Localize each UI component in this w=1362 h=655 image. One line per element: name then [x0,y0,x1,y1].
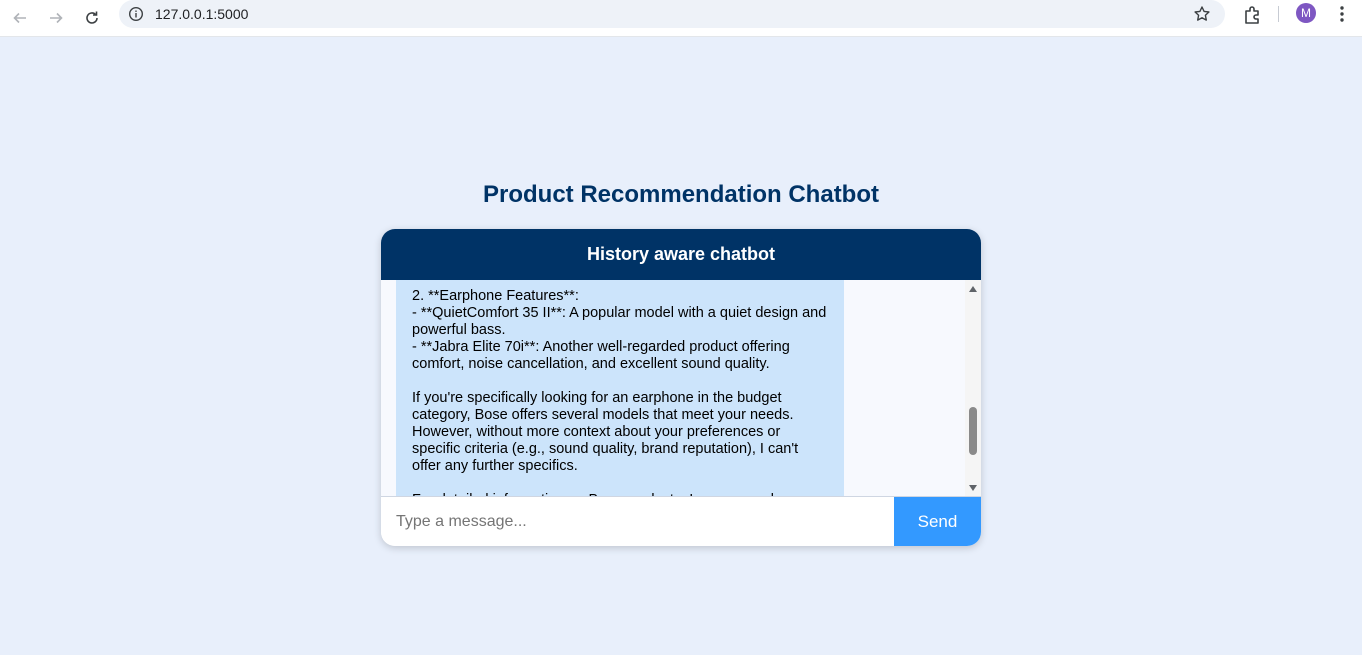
site-info-icon[interactable] [128,6,144,22]
scroll-down-arrow-icon[interactable] [968,483,978,493]
scrollbar-thumb[interactable] [969,407,977,455]
kebab-menu-icon[interactable] [1332,4,1352,24]
arrow-left-icon [13,12,26,24]
scroll-up-arrow-icon[interactable] [968,284,978,294]
profile-avatar[interactable]: M [1296,3,1316,23]
arrow-right-icon [50,12,63,24]
reload-button[interactable] [78,4,106,32]
bookmark-star-icon[interactable] [1193,5,1211,23]
chat-container: History aware chatbot 2. **Earphone Feat… [381,229,981,546]
back-button[interactable] [6,4,34,32]
bot-message: 2. **Earphone Features**: - **QuietComfo… [396,280,844,496]
messages-scrollbar[interactable] [965,280,981,496]
extensions-puzzle-icon[interactable] [1242,4,1264,26]
url-text: 127.0.0.1:5000 [155,6,249,22]
toolbar-divider [1278,6,1279,22]
bot-message-text: 2. **Earphone Features**: - **QuietComfo… [412,288,827,496]
forward-button[interactable] [42,4,70,32]
browser-toolbar: 127.0.0.1:5000 M [0,0,1362,37]
message-input[interactable] [381,497,894,546]
chat-input-row: Send [381,497,981,546]
reload-icon [86,11,98,24]
send-button[interactable]: Send [894,497,981,546]
chat-header: History aware chatbot [381,229,981,280]
page-title: Product Recommendation Chatbot [482,181,879,208]
address-bar[interactable]: 127.0.0.1:5000 [119,0,1225,28]
chat-messages[interactable]: 2. **Earphone Features**: - **QuietComfo… [381,280,981,497]
